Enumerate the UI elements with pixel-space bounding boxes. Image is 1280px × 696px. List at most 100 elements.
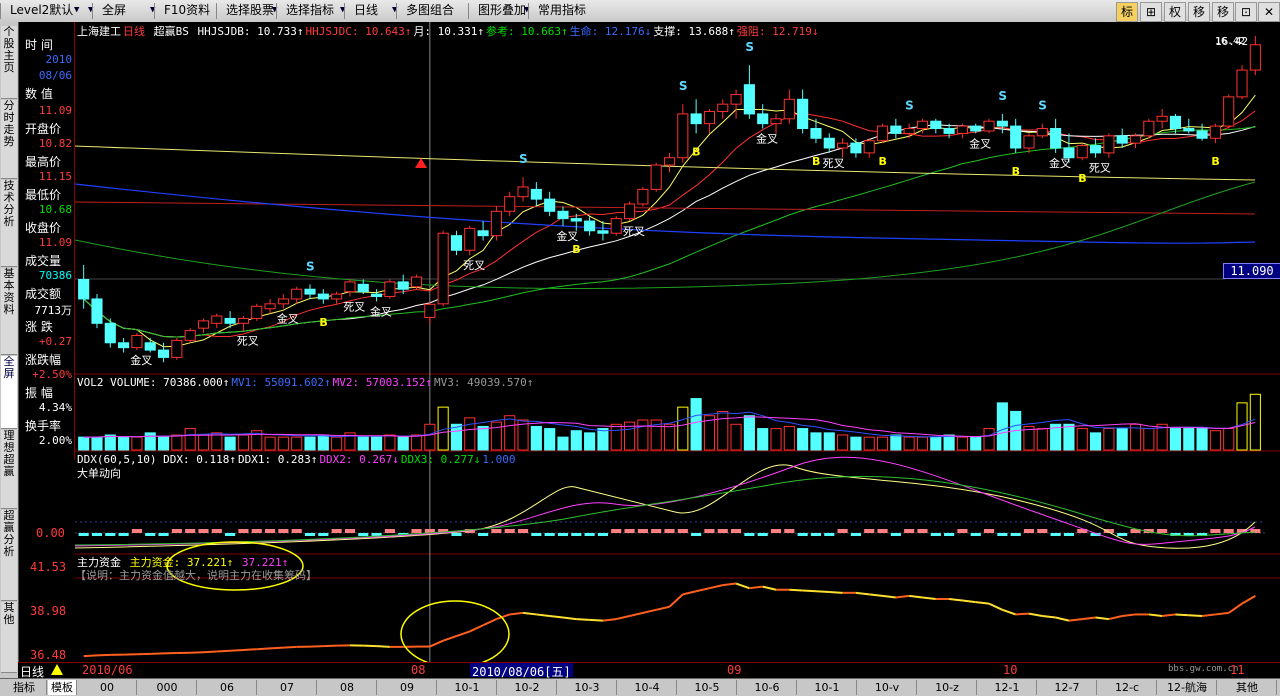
left-tab-4[interactable]: 全屏 bbox=[1, 356, 17, 429]
bottom-tab-8[interactable]: 10-1 bbox=[438, 680, 497, 695]
toolbar-tool-5[interactable]: ⊡ bbox=[1235, 2, 1257, 22]
ddx-bar bbox=[838, 529, 848, 533]
current-price-tag: 11.090 bbox=[1223, 263, 1280, 279]
bottom-tab-4[interactable]: 06 bbox=[198, 680, 257, 695]
toolbar-tool-3[interactable]: 移 bbox=[1188, 2, 1210, 22]
volume-bar bbox=[238, 435, 248, 450]
toolbar-tool-1[interactable]: ⊞ bbox=[1140, 2, 1162, 22]
left-tab-7[interactable]: 其他 bbox=[1, 602, 17, 673]
candle-body bbox=[771, 119, 781, 124]
bottom-tab-5[interactable]: 07 bbox=[258, 680, 317, 695]
ddx-zero-label: 0.00 bbox=[36, 526, 65, 540]
bottom-tab-11[interactable]: 10-4 bbox=[618, 680, 677, 695]
ma10-line bbox=[84, 111, 1256, 337]
left-tab-5[interactable]: 理想超赢 bbox=[1, 430, 17, 509]
toolbar-tool-2[interactable]: 权 bbox=[1164, 2, 1186, 22]
candle-body bbox=[305, 289, 315, 294]
bottom-tab-19[interactable]: 12-c bbox=[1098, 680, 1157, 695]
zhuli-segment bbox=[536, 614, 549, 616]
left-tab-6[interactable]: 超赢分析 bbox=[1, 510, 17, 601]
ddx-bar bbox=[704, 529, 714, 533]
cross-signal-label: 金叉 bbox=[756, 132, 778, 146]
bottom-tab-6[interactable]: 08 bbox=[318, 680, 377, 695]
candle-body bbox=[465, 228, 475, 250]
candle-body bbox=[731, 94, 741, 104]
bottom-tab-12[interactable]: 10-5 bbox=[678, 680, 737, 695]
left-tab-0[interactable]: 个股主页 bbox=[1, 26, 17, 99]
ddx-bar bbox=[105, 533, 115, 536]
ddx-bar bbox=[172, 529, 182, 533]
ddx-bar bbox=[944, 533, 954, 536]
date-mark-11: 11 bbox=[1230, 663, 1244, 677]
ddx-bar bbox=[571, 533, 581, 536]
ddx-bar bbox=[664, 529, 674, 533]
ddx-bar bbox=[278, 529, 288, 533]
candle-body bbox=[1184, 129, 1194, 131]
bottom-tab-14[interactable]: 10-1 bbox=[798, 680, 857, 695]
zhuli-segment bbox=[883, 596, 896, 598]
toolbar-tool-0[interactable]: 标 bbox=[1116, 2, 1138, 22]
cross-signal-label: 死叉 bbox=[463, 259, 485, 272]
info-value-0: 2010 bbox=[46, 53, 73, 66]
cross-signal-label: 死叉 bbox=[1089, 162, 1111, 175]
zhuli-segment bbox=[922, 597, 935, 599]
toolbar-tool-4[interactable]: 移 bbox=[1212, 2, 1234, 22]
ddx-bar bbox=[411, 529, 421, 533]
candle-body bbox=[784, 99, 794, 118]
bottom-tab-9[interactable]: 10-2 bbox=[498, 680, 557, 695]
menu-btn-8[interactable]: 常用指标 bbox=[534, 2, 590, 19]
candle-body bbox=[265, 304, 275, 309]
bottom-tab-13[interactable]: 10-6 bbox=[738, 680, 797, 695]
bottom-tab-17[interactable]: 12-1 bbox=[978, 680, 1037, 695]
bottom-tab-0[interactable]: 指标 bbox=[2, 680, 47, 695]
candle-body bbox=[451, 236, 461, 251]
candle-body bbox=[997, 121, 1007, 126]
menu-btn-7[interactable]: 图形叠加 bbox=[474, 2, 530, 19]
bottom-tab-2[interactable]: 00 bbox=[78, 680, 137, 695]
ddx-bar bbox=[345, 529, 355, 533]
candle-body bbox=[172, 340, 182, 357]
zhuli-segment bbox=[283, 647, 296, 648]
zhuli-segment bbox=[816, 591, 829, 592]
ddx-header: DDX(60,5,10) DDX: 0.118↑DDX1: 0.283↑DDX2… bbox=[77, 453, 518, 466]
bottom-tab-15[interactable]: 10-v bbox=[858, 680, 917, 695]
volume-bar bbox=[79, 437, 89, 450]
bottom-tab-3[interactable]: 000 bbox=[138, 680, 197, 695]
menu-btn-0[interactable]: Level2默认 bbox=[6, 2, 77, 19]
bottom-tab-7[interactable]: 09 bbox=[378, 680, 437, 695]
ddx-bar bbox=[332, 529, 342, 533]
volume-bar bbox=[185, 429, 195, 450]
volume-bar bbox=[278, 437, 288, 450]
bottom-tab-10[interactable]: 10-3 bbox=[558, 680, 617, 695]
dropdown-arrow-icon[interactable]: ▼ bbox=[74, 5, 79, 15]
volume-header: VOL2 VOLUME: 70386.000↑MV1: 55091.602↑MV… bbox=[77, 376, 535, 389]
date-mark-08: 08 bbox=[411, 663, 425, 677]
bottom-tab-21[interactable]: 其他 bbox=[1218, 680, 1277, 695]
volume-bar bbox=[678, 407, 688, 450]
volume-bar bbox=[265, 437, 275, 450]
menu-btn-6[interactable]: 多图组合 bbox=[402, 2, 458, 19]
zhuli-segment bbox=[483, 619, 496, 625]
left-tab-1[interactable]: 分时走势 bbox=[1, 100, 17, 179]
menu-btn-5[interactable]: 日线 bbox=[350, 2, 382, 19]
menu-btn-4[interactable]: 选择指标 bbox=[282, 2, 338, 19]
chart-area[interactable]: 金叉死叉金叉死叉金叉死叉金叉死叉金叉死叉金叉死叉金叉SSSSSSSBBBBBBB… bbox=[75, 22, 1280, 662]
bottom-tab-18[interactable]: 12-7 bbox=[1038, 680, 1097, 695]
left-tab-3[interactable]: 基本资料 bbox=[1, 268, 17, 355]
zhuli-segment bbox=[230, 650, 243, 651]
volume-bar bbox=[1197, 429, 1207, 450]
main-header-item-0: HHJSJDB: 10.733↑ bbox=[198, 25, 304, 38]
ddx-bar bbox=[518, 529, 528, 533]
volume-bar bbox=[318, 435, 328, 450]
menu-btn-1[interactable]: 全屏 bbox=[98, 2, 130, 19]
period-triangle-icon[interactable] bbox=[51, 664, 63, 675]
menu-btn-2[interactable]: F10资料 bbox=[160, 2, 214, 19]
volume-bar bbox=[545, 429, 555, 450]
menu-btn-3[interactable]: 选择股票 bbox=[222, 2, 278, 19]
bottom-tab-16[interactable]: 10-z bbox=[918, 680, 977, 695]
bottom-tab-1[interactable]: 模板 bbox=[48, 680, 77, 695]
bottom-tab-20[interactable]: 12-航海 bbox=[1158, 680, 1217, 695]
left-tab-2[interactable]: 技术分析 bbox=[1, 180, 17, 267]
zhuli-segment bbox=[563, 618, 576, 620]
toolbar-tool-6[interactable]: ✕ bbox=[1258, 2, 1280, 22]
